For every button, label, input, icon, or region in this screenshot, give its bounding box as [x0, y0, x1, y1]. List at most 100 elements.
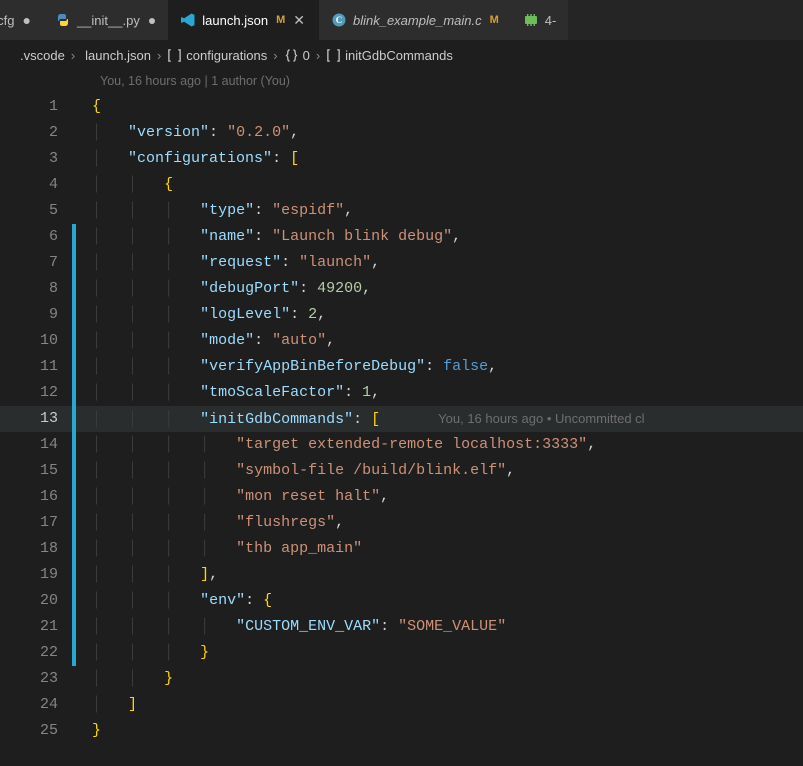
- code-content[interactable]: │ │ │ │ "thb app_main": [92, 536, 803, 562]
- code-content[interactable]: │ │ │ │ "mon reset halt",: [92, 484, 803, 510]
- git-gutter-modified: [72, 250, 76, 276]
- code-line[interactable]: 20│ │ │ "env": {: [0, 588, 803, 614]
- git-gutter-modified: [72, 302, 76, 328]
- git-gutter-modified: [72, 354, 76, 380]
- tab-label: iltin.cfg: [0, 13, 14, 28]
- breadcrumb-item[interactable]: configurations: [186, 48, 267, 63]
- code-content[interactable]: │ │ │ "name": "Launch blink debug",: [92, 224, 803, 250]
- breadcrumb-item[interactable]: initGdbCommands: [345, 48, 453, 63]
- tab-blinkexamplemainc[interactable]: Cblink_example_main.c M: [319, 0, 511, 40]
- git-gutter-modified: [72, 510, 76, 536]
- modified-dot-icon: ●: [146, 12, 156, 28]
- breadcrumb-item[interactable]: launch.json: [85, 48, 151, 63]
- modified-dot-icon: ●: [20, 12, 30, 28]
- line-number: 10: [0, 328, 72, 354]
- code-line[interactable]: 14 │ │ │ │ "target extended-remote localh…: [0, 432, 803, 458]
- code-line[interactable]: 6 │ │ │ "name": "Launch blink debug",: [0, 224, 803, 250]
- close-icon[interactable]: ✕: [291, 12, 307, 29]
- code-line[interactable]: 16 │ │ │ │ "mon reset halt",: [0, 484, 803, 510]
- code-content[interactable]: │ │ │ "logLevel": 2,: [92, 302, 803, 328]
- code-line[interactable]: 9│ │ │ "logLevel": 2,: [0, 302, 803, 328]
- line-number: 25: [0, 718, 72, 744]
- git-gutter-modified: [72, 328, 76, 354]
- line-number: 3: [0, 146, 72, 172]
- code-line[interactable]: 3 │ "configurations": [: [0, 146, 803, 172]
- tab-initpy[interactable]: __init__.py●: [43, 0, 168, 40]
- code-line[interactable]: 17 │ │ │ │ "flushregs",: [0, 510, 803, 536]
- git-gutter-modified: [72, 458, 76, 484]
- line-number: 16: [0, 484, 72, 510]
- code-content[interactable]: │ │ │ │ "CUSTOM_ENV_VAR": "SOME_VALUE": [92, 614, 803, 640]
- line-number: 18: [0, 536, 72, 562]
- code-content[interactable]: │ │ │ "type": "espidf",: [92, 198, 803, 224]
- code-line[interactable]: 10 │ │ │ "mode": "auto",: [0, 328, 803, 354]
- code-content[interactable]: │ │ }: [92, 666, 803, 692]
- code-content[interactable]: │ │ │ }: [92, 640, 803, 666]
- breadcrumb-item[interactable]: .vscode: [20, 48, 65, 63]
- code-line[interactable]: 23 │ │ }: [0, 666, 803, 692]
- code-line[interactable]: 1{: [0, 94, 803, 120]
- pcb-icon: [523, 12, 539, 28]
- code-line[interactable]: 22│ │ │ }: [0, 640, 803, 666]
- code-content[interactable]: │ │ │ "mode": "auto",: [92, 328, 803, 354]
- line-number: 14: [0, 432, 72, 458]
- code-content[interactable]: │ │ │ │ "symbol-file /build/blink.elf",: [92, 458, 803, 484]
- git-gutter-modified: [72, 94, 76, 120]
- vscode-icon: [180, 12, 196, 28]
- code-line[interactable]: 5│ │ │ "type": "espidf",: [0, 198, 803, 224]
- c-icon: C: [331, 12, 347, 28]
- line-number: 23: [0, 666, 72, 692]
- code-content[interactable]: │ │ │ "verifyAppBinBeforeDebug": false,: [92, 354, 803, 380]
- code-content[interactable]: │ │ │ "initGdbCommands": [You, 16 hours …: [92, 406, 803, 433]
- tab-iltincfg[interactable]: iltin.cfg ●: [0, 0, 43, 40]
- tab-launchjson[interactable]: launch.jsonM✕: [168, 0, 319, 40]
- code-line[interactable]: 8│ │ │ "debugPort": 49200,: [0, 276, 803, 302]
- code-content[interactable]: }: [92, 718, 803, 744]
- code-content[interactable]: │ │ │ "debugPort": 49200,: [92, 276, 803, 302]
- git-gutter-modified: [72, 276, 76, 302]
- chevron-right-icon: ›: [155, 48, 163, 63]
- breadcrumb-item[interactable]: 0: [303, 48, 310, 63]
- code-line[interactable]: 7│ │ │ "request": "launch",: [0, 250, 803, 276]
- code-content[interactable]: │ "version": "0.2.0",: [92, 120, 803, 146]
- code-content[interactable]: │ ]: [92, 692, 803, 718]
- git-gutter-modified: [72, 562, 76, 588]
- code-line[interactable]: 18 │ │ │ │ "thb app_main": [0, 536, 803, 562]
- code-content[interactable]: │ │ │ "tmoScaleFactor": 1,: [92, 380, 803, 406]
- code-line[interactable]: 15│ │ │ │ "symbol-file /build/blink.elf"…: [0, 458, 803, 484]
- code-content[interactable]: │ │ │ "env": {: [92, 588, 803, 614]
- code-content[interactable]: │ │ │ "request": "launch",: [92, 250, 803, 276]
- line-number: 17: [0, 510, 72, 536]
- editor-area[interactable]: 1{2│ "version": "0.2.0",3│ "configuratio…: [0, 94, 803, 744]
- code-line[interactable]: 13│ │ │ "initGdbCommands": [You, 16 hour…: [0, 406, 803, 432]
- git-gutter-modified: [72, 588, 76, 614]
- code-line[interactable]: 2│ "version": "0.2.0",: [0, 120, 803, 146]
- object-icon: [284, 48, 299, 63]
- code-content[interactable]: {: [92, 94, 803, 120]
- line-number: 1: [0, 94, 72, 120]
- git-gutter-modified: [72, 666, 76, 692]
- breadcrumb: .vscode›launch.json›configurations›0›ini…: [0, 40, 803, 70]
- code-line[interactable]: 24│ ]: [0, 692, 803, 718]
- git-gutter-modified: [72, 146, 76, 172]
- chevron-right-icon: ›: [314, 48, 322, 63]
- code-line[interactable]: 12│ │ │ "tmoScaleFactor": 1,: [0, 380, 803, 406]
- code-content[interactable]: │ │ │ │ "flushregs",: [92, 510, 803, 536]
- git-gutter-modified: [72, 380, 76, 406]
- tab-label: blink_example_main.c: [353, 13, 482, 28]
- code-content[interactable]: │ │ │ ],: [92, 562, 803, 588]
- code-line[interactable]: 4│ │ {: [0, 172, 803, 198]
- code-line[interactable]: 11│ │ │ "verifyAppBinBeforeDebug": false…: [0, 354, 803, 380]
- code-content[interactable]: │ │ │ │ "target extended-remote localhos…: [92, 432, 803, 458]
- line-number: 6: [0, 224, 72, 250]
- tab-4[interactable]: 4-: [511, 0, 569, 40]
- git-gutter-modified: [72, 640, 76, 666]
- line-number: 19: [0, 562, 72, 588]
- gitlens-inline-blame: You, 16 hours ago • Uncommitted cl: [380, 411, 644, 426]
- git-modified-badge: M: [490, 14, 499, 26]
- code-line[interactable]: 19 │ │ │ ],: [0, 562, 803, 588]
- code-line[interactable]: 21│ │ │ │ "CUSTOM_ENV_VAR": "SOME_VALUE": [0, 614, 803, 640]
- code-line[interactable]: 25}: [0, 718, 803, 744]
- code-content[interactable]: │ │ {: [92, 172, 803, 198]
- code-content[interactable]: │ "configurations": [: [92, 146, 803, 172]
